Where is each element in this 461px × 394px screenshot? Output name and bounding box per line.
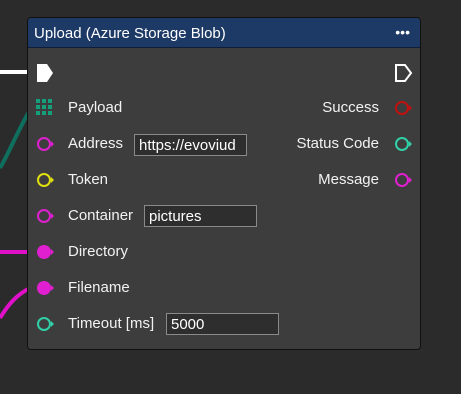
filename-wire[interactable] [0, 286, 31, 320]
message-label: Message [318, 171, 379, 188]
timeout-pin-icon[interactable] [36, 315, 56, 333]
container-label: Container [68, 207, 134, 224]
status-code-label: Status Code [296, 135, 379, 152]
filename-label: Filename [68, 279, 130, 296]
node-header[interactable]: Upload (Azure Storage Blob) ••• [28, 18, 420, 48]
token-label: Token [68, 171, 109, 188]
exec-arrow-icon[interactable] [36, 63, 54, 83]
timeout-field[interactable] [166, 313, 279, 335]
directory-pin-icon[interactable] [36, 243, 56, 261]
timeout-label: Timeout [ms] [68, 315, 155, 332]
directory-label: Directory [68, 243, 129, 260]
message-pin-icon[interactable] [394, 171, 414, 189]
success-pin-icon[interactable] [394, 99, 414, 117]
upload-azure-blob-node[interactable]: Upload (Azure Storage Blob) ••• Payload … [27, 17, 421, 350]
container-field[interactable] [144, 205, 257, 227]
container-pin-icon[interactable] [36, 207, 56, 225]
success-label: Success [322, 99, 379, 116]
address-field[interactable] [134, 134, 247, 156]
exec-arrow-outline-icon[interactable] [394, 63, 414, 83]
address-pin-icon[interactable] [36, 135, 56, 153]
ellipsis-icon[interactable]: ••• [395, 21, 410, 43]
filename-pin-icon[interactable] [36, 279, 56, 297]
graph-canvas[interactable]: Upload (Azure Storage Blob) ••• Payload … [0, 0, 461, 394]
node-title: Upload (Azure Storage Blob) [34, 25, 226, 42]
address-label: Address [68, 135, 124, 152]
payload-label: Payload [68, 99, 123, 116]
token-pin-icon[interactable] [36, 171, 56, 189]
grid-pin-icon[interactable] [36, 99, 53, 116]
status-code-pin-icon[interactable] [394, 135, 414, 153]
payload-wire[interactable] [0, 108, 32, 170]
